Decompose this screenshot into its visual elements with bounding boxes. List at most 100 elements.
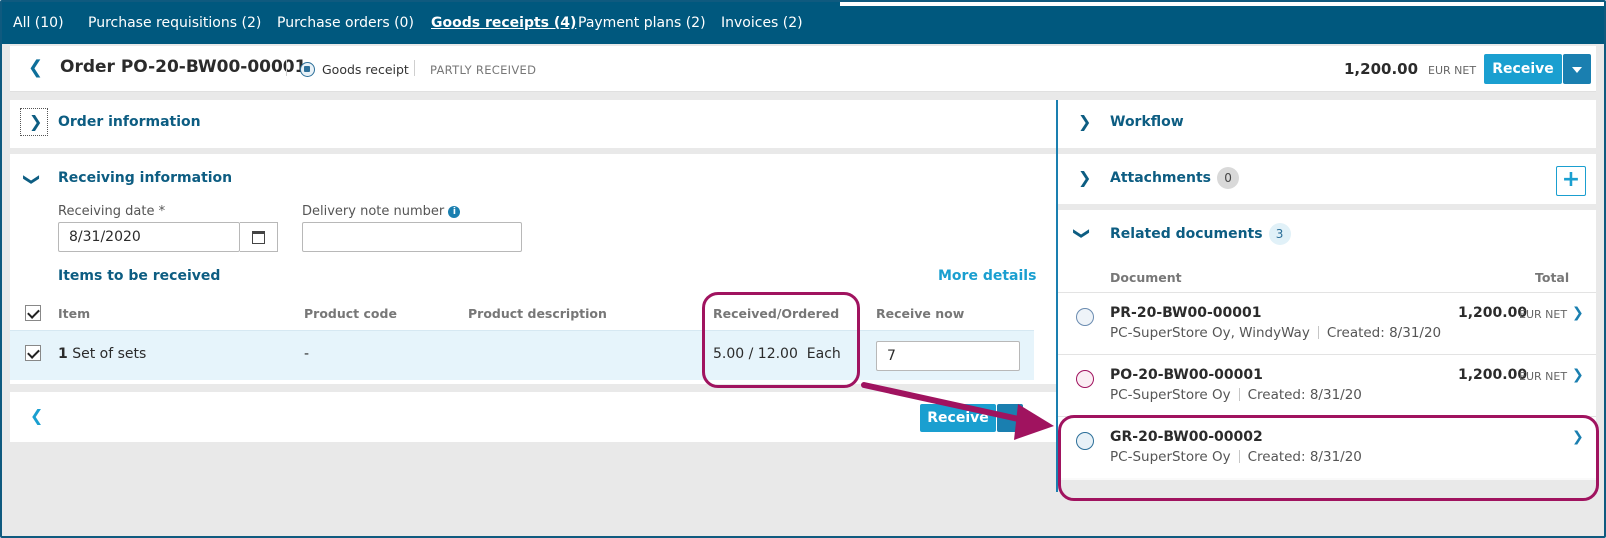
item-name: Set of sets (72, 346, 147, 362)
header-total-amount: 1,200.00 (1344, 60, 1419, 78)
back-chevron-icon[interactable]: ❯ (30, 406, 43, 425)
received-ordered-cell: 5.00 / 12.00 Each (713, 346, 841, 362)
tab-purchase-requisitions[interactable]: Purchase requisitions (2) (88, 15, 261, 31)
related-documents-label: Related documents (1110, 226, 1263, 242)
tab-payment-plans[interactable]: Payment plans (2) (578, 15, 706, 31)
header-separator (286, 60, 287, 76)
workflow-card[interactable]: ❯ Workflow (1058, 100, 1596, 148)
tab-invoices[interactable]: Invoices (2) (721, 15, 803, 31)
tab-goods-receipts[interactable]: Goods receipts (4) (431, 15, 576, 31)
tab-all[interactable]: All (10) (13, 15, 64, 31)
related-documents-card: ❯ Related documents 3 Document Total PR-2… (1058, 210, 1596, 480)
document-amount: 1,200.00 (1458, 367, 1528, 383)
chevron-right-icon[interactable]: ❯ (29, 112, 42, 131)
chevron-down-icon[interactable]: ❯ (23, 173, 42, 186)
document-type-label: Goods receipt (322, 62, 409, 77)
footer-receive-button[interactable]: Receive (920, 404, 996, 432)
attachments-label: Attachments (1110, 170, 1212, 186)
document-supplier: PC-SuperStore Oy (1110, 449, 1231, 465)
column-header-item: Item (58, 306, 91, 321)
document-number: GR-20-BW00-00002 (1110, 429, 1263, 445)
meta-separator (1317, 326, 1319, 339)
meta-separator (1238, 388, 1240, 401)
tab-purchase-orders[interactable]: Purchase orders (0) (277, 15, 414, 31)
footer-action-bar: ❯ Receive (10, 392, 1056, 442)
document-number: PR-20-BW00-00001 (1110, 305, 1262, 321)
receive-button[interactable]: Receive (1484, 54, 1562, 84)
goods-receipt-icon (300, 62, 315, 77)
tab-bar-notch (778, 2, 840, 6)
more-details-link[interactable]: More details (938, 268, 1036, 284)
item-quantity: 1 (58, 346, 68, 362)
column-header-product-code: Product code (304, 306, 397, 321)
add-attachment-button[interactable]: + (1556, 166, 1586, 196)
table-row[interactable]: 1 Set of sets - 5.00 / 12.00 Each 7 (10, 330, 1034, 380)
header-total-currency: EUR NET (1428, 64, 1477, 77)
receiving-information-heading[interactable]: Receiving information (58, 170, 232, 186)
document-supplier: PC-SuperStore Oy, WindyWay (1110, 325, 1310, 341)
document-currency: EUR NET (1519, 308, 1568, 321)
related-documents-heading[interactable]: Related documents 3 (1110, 223, 1291, 245)
delivery-note-number-label: Delivery note number i (302, 204, 461, 219)
related-documents-header: ❯ Related documents 3 Document Total (1058, 210, 1596, 292)
attachments-heading[interactable]: Attachments 0 (1110, 167, 1240, 189)
document-meta: PC-SuperStore Oy, WindyWay Created: 8/31/… (1110, 325, 1441, 341)
document-created: Created: 8/31/20 (1247, 387, 1362, 403)
chevron-right-icon[interactable]: ❯ (1078, 168, 1091, 187)
purchase-order-icon (1076, 370, 1094, 388)
receive-dropdown-button[interactable] (1563, 54, 1591, 84)
document-supplier: PC-SuperStore Oy (1110, 387, 1231, 403)
back-chevron-icon[interactable]: ❮ (28, 58, 48, 78)
chevron-right-icon[interactable]: ❯ (1572, 367, 1584, 383)
attachments-count-badge: 0 (1217, 167, 1240, 189)
document-amount: 1,200.00 (1458, 305, 1528, 321)
attachments-card[interactable]: ❯ Attachments 0 + (1058, 154, 1596, 204)
document-number: PO-20-BW00-00001 (1110, 367, 1263, 383)
document-meta: PC-SuperStore Oy Created: 8/31/20 (1110, 449, 1362, 465)
select-all-checkbox[interactable] (25, 305, 41, 321)
page-title: Order PO-20-BW00-00001 (60, 57, 307, 77)
calendar-button[interactable] (240, 222, 278, 252)
related-count-badge: 3 (1268, 223, 1291, 245)
status-label: PARTLY RECEIVED (430, 63, 537, 77)
calendar-icon (252, 231, 265, 244)
row-checkbox[interactable] (25, 345, 41, 361)
related-document-item[interactable]: PR-20-BW00-00001 PC-SuperStore Oy, Windy… (1058, 292, 1596, 354)
tab-bar-topline (840, 2, 1604, 6)
footer-receive-dropdown-button[interactable] (997, 404, 1023, 432)
column-header-receive-now: Receive now (876, 306, 965, 321)
chevron-right-icon[interactable]: ❯ (1572, 429, 1584, 445)
order-information-card[interactable]: ❯ Order information (10, 100, 1056, 148)
product-code-cell: - (304, 346, 310, 362)
receiving-date-input[interactable]: 8/31/2020 (58, 222, 240, 252)
related-document-item[interactable]: PO-20-BW00-00001 PC-SuperStore Oy Created… (1058, 354, 1596, 416)
items-to-be-received-heading: Items to be received (58, 268, 221, 284)
info-icon[interactable]: i (448, 206, 461, 218)
cart-icon (1076, 308, 1094, 326)
app-window: All (10) Purchase requisitions (2) Purch… (0, 0, 1606, 538)
tab-bar: All (10) Purchase requisitions (2) Purch… (2, 2, 1604, 44)
column-header-product-description: Product description (468, 306, 607, 321)
order-information-heading[interactable]: Order information (58, 114, 201, 130)
document-header: ❮ Order PO-20-BW00-00001 Goods receipt P… (10, 46, 1596, 92)
delivery-note-number-input[interactable] (302, 222, 522, 252)
document-created: Created: 8/31/20 (1247, 449, 1362, 465)
chevron-right-icon[interactable]: ❯ (1078, 112, 1091, 131)
document-currency: EUR NET (1519, 370, 1568, 383)
receiving-date-label: Receiving date * (58, 204, 166, 219)
receive-now-input[interactable]: 7 (876, 341, 1020, 371)
header-separator (414, 60, 415, 76)
related-document-item[interactable]: GR-20-BW00-00002 PC-SuperStore Oy Created… (1058, 416, 1596, 478)
workflow-heading[interactable]: Workflow (1110, 114, 1184, 130)
delivery-note-number-text: Delivery note number (302, 204, 445, 219)
column-header-document: Document (1110, 270, 1182, 285)
goods-receipt-icon (1076, 432, 1094, 450)
document-meta: PC-SuperStore Oy Created: 8/31/20 (1110, 387, 1362, 403)
column-header-total: Total (1535, 270, 1570, 285)
meta-separator (1238, 450, 1240, 463)
receiving-information-card: ❯ Receiving information Receiving date *… (10, 154, 1056, 384)
column-header-received-ordered: Received/Ordered (713, 306, 840, 321)
chevron-right-icon[interactable]: ❯ (1572, 305, 1584, 321)
item-cell: 1 Set of sets (58, 346, 146, 362)
chevron-down-icon[interactable]: ❯ (1073, 227, 1092, 240)
